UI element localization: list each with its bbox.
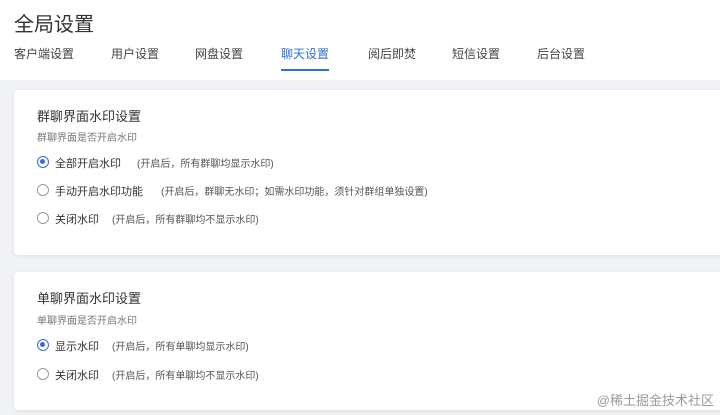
option-note: (开启后，群聊无水印；如需水印功能，须针对群组单独设置) [161, 187, 428, 198]
tab-label: 用户设置 [111, 47, 160, 61]
section-title: 单聊界面水印设置 [37, 291, 142, 306]
settings-tabs: 客户端设置 用户设置 网盘设置 聊天设置 阅后即焚 短信设置 后台设置 [0, 45, 720, 80]
option-note: (开启后，所有群聊均显示水印) [137, 159, 274, 170]
section-subtitle: 群聊界面是否开启水印 [37, 133, 137, 144]
option-note: (开启后，所有单聊均不显示水印) [112, 371, 259, 382]
tab-label: 聊天设置 [281, 47, 330, 61]
tab-underline [281, 69, 330, 71]
tab-sms-settings[interactable]: 短信设置 [452, 45, 500, 75]
option-label: 关闭水印 [55, 370, 99, 382]
tab-user-settings[interactable]: 用户设置 [111, 45, 159, 75]
radio-button[interactable] [37, 184, 49, 196]
page-title: 全局设置 [14, 14, 94, 36]
radio-button[interactable] [37, 212, 49, 224]
radio-button[interactable] [37, 156, 49, 168]
image-watermark: @稀土掘金技术社区 [596, 393, 714, 408]
tab-label: 网盘设置 [195, 47, 244, 61]
tab-burn-after-reading[interactable]: 阅后即焚 [368, 45, 416, 75]
tab-label: 短信设置 [452, 47, 501, 61]
tab-label: 后台设置 [537, 47, 586, 61]
tab-chat-settings[interactable]: 聊天设置 [281, 45, 330, 75]
tab-client-settings[interactable]: 客户端设置 [14, 45, 74, 75]
option-label: 关闭水印 [55, 214, 99, 226]
tab-netdisk-settings[interactable]: 网盘设置 [195, 45, 243, 75]
group-watermark-card: 群聊界面水印设置 群聊界面是否开启水印 全部开启水印 (开启后，所有群聊均显示水… [14, 90, 720, 255]
option-note: (开启后，所有群聊均不显示水印) [112, 215, 259, 226]
radio-button[interactable] [37, 339, 49, 351]
radio-button[interactable] [37, 368, 49, 380]
section-title: 群聊界面水印设置 [37, 109, 142, 124]
option-label: 显示水印 [55, 341, 99, 353]
option-note: (开启后，所有单聊均显示水印) [112, 342, 249, 353]
tab-label: 阅后即焚 [368, 47, 417, 61]
tab-label: 客户端设置 [14, 47, 75, 61]
option-label: 手动开启水印功能 [55, 186, 143, 198]
section-subtitle: 单聊界面是否开启水印 [37, 316, 137, 327]
option-label: 全部开启水印 [55, 158, 121, 170]
tab-admin-settings[interactable]: 后台设置 [537, 45, 585, 75]
header: 全局设置 客户端设置 用户设置 网盘设置 聊天设置 阅后即焚 短信设置 后台设置 [0, 0, 720, 80]
